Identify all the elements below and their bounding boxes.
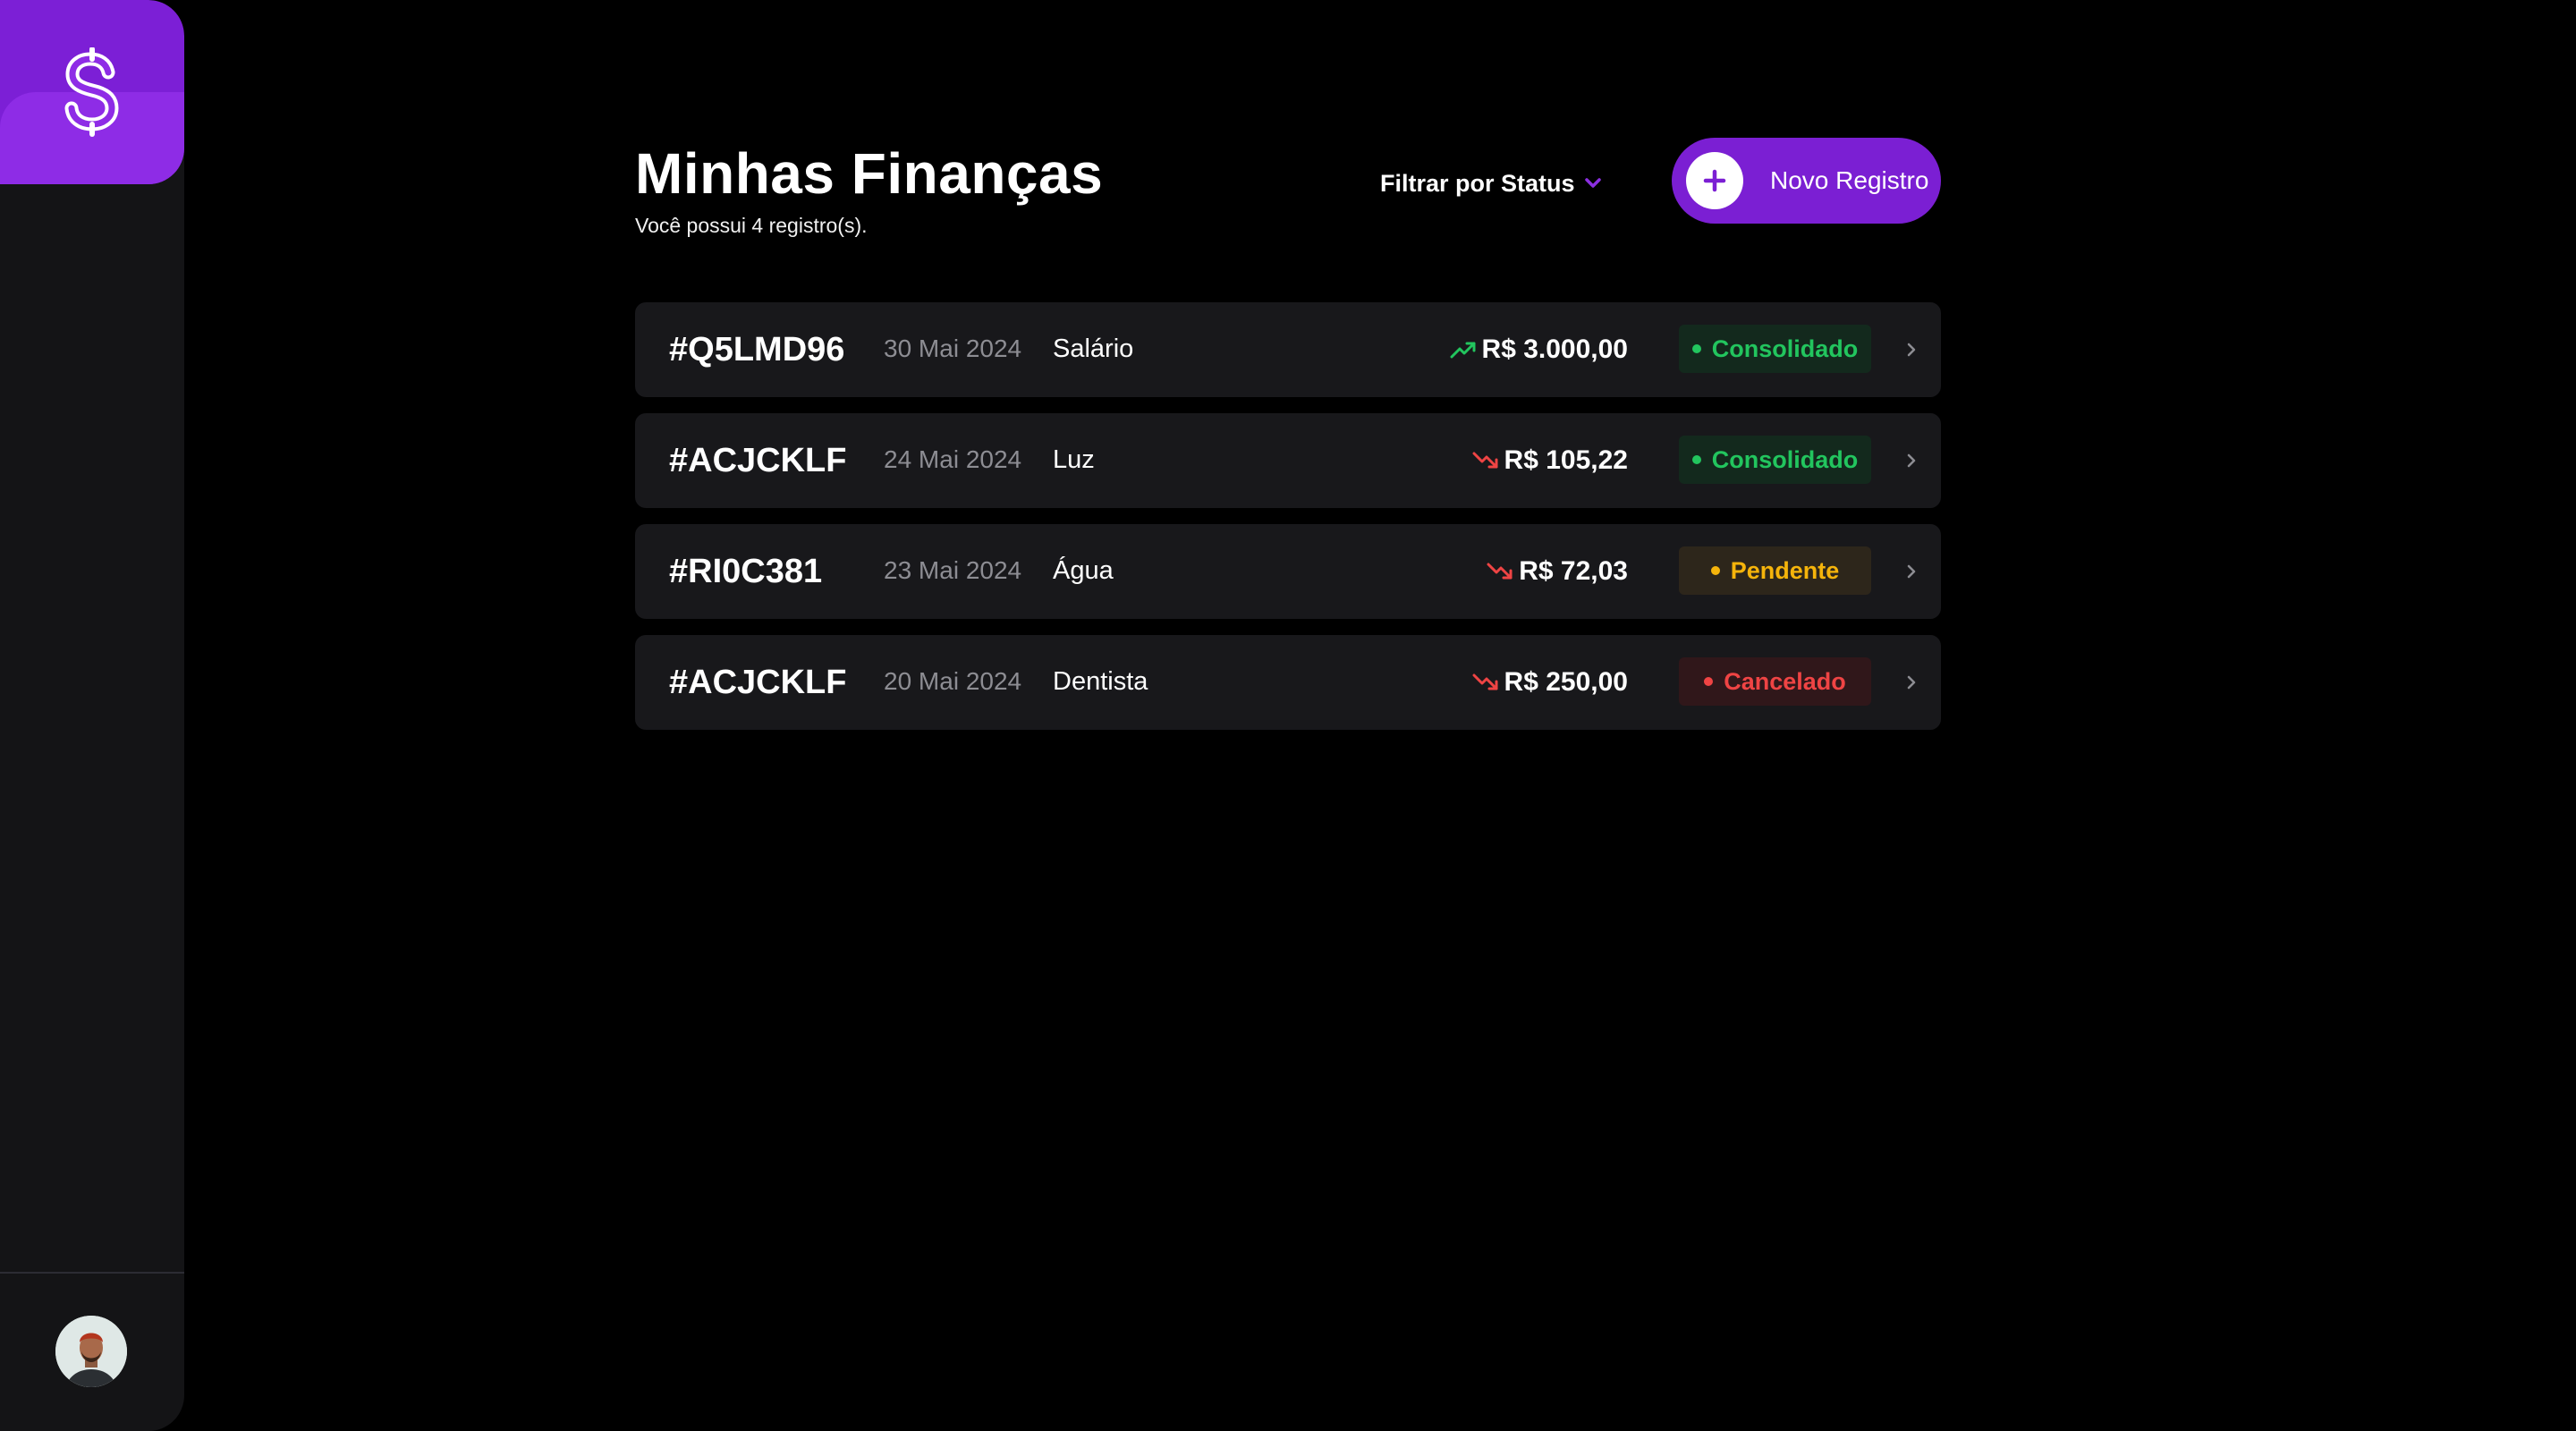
chevron-right-icon [1907, 343, 1916, 357]
record-amount: R$ 105,22 [1504, 445, 1628, 475]
record-value: R$ 72,03 [1487, 524, 1628, 619]
record-description: Luz [1053, 445, 1095, 474]
status-label: Pendente [1730, 556, 1840, 584]
new-record-button[interactable]: Novo Registro [1672, 138, 1941, 224]
record-id: #ACJCKLF [669, 442, 847, 479]
status-dot [1691, 344, 1701, 353]
new-record-label: Novo Registro [1770, 166, 1929, 194]
dollar-sign-icon [64, 47, 119, 137]
status-dot [1691, 455, 1701, 464]
record-description: Salário [1053, 334, 1134, 363]
record-id: #ACJCKLF [669, 664, 847, 701]
status-dot [1710, 566, 1720, 575]
status-filter-dropdown[interactable]: Filtrar por Status [1380, 165, 1602, 201]
filter-label: Filtrar por Status [1380, 169, 1575, 197]
record-row[interactable]: #Q5LMD96 30 Mai 2024 Salário R$ 3.000,00… [635, 302, 1941, 397]
record-amount: R$ 250,00 [1504, 667, 1628, 697]
sidebar [0, 0, 184, 1431]
user-photo [55, 1316, 127, 1387]
chevron-right-icon [1907, 675, 1916, 690]
status-label: Cancelado [1724, 667, 1846, 695]
record-row[interactable]: #ACJCKLF 24 Mai 2024 Luz R$ 105,22 Conso… [635, 413, 1941, 508]
status-dot [1704, 677, 1714, 686]
record-date: 30 Mai 2024 [884, 334, 1022, 362]
status-badge: Consolidado [1679, 325, 1871, 373]
record-value: R$ 105,22 [1472, 413, 1628, 508]
avatar[interactable] [55, 1316, 127, 1387]
page-title: Minhas Finanças [635, 141, 1104, 206]
record-value: R$ 3.000,00 [1450, 302, 1628, 397]
record-date: 20 Mai 2024 [884, 667, 1022, 695]
sidebar-divider [0, 1272, 184, 1274]
chevron-right-icon [1907, 564, 1916, 579]
record-date: 24 Mai 2024 [884, 445, 1022, 473]
records-list: #Q5LMD96 30 Mai 2024 Salário R$ 3.000,00… [635, 302, 1941, 746]
record-description: Água [1053, 556, 1114, 585]
record-description: Dentista [1053, 667, 1148, 696]
plus-icon [1686, 152, 1743, 209]
trending-down-icon [1487, 563, 1513, 580]
record-row[interactable]: #ACJCKLF 20 Mai 2024 Dentista R$ 250,00 … [635, 635, 1941, 730]
status-label: Consolidado [1711, 445, 1859, 473]
app-logo[interactable] [0, 0, 184, 184]
status-label: Consolidado [1711, 334, 1859, 362]
record-id: #Q5LMD96 [669, 331, 845, 368]
records-count: Você possui 4 registro(s). [635, 214, 868, 237]
record-value: R$ 250,00 [1472, 635, 1628, 730]
trending-up-icon [1450, 342, 1476, 359]
status-badge: Consolidado [1679, 436, 1871, 484]
record-row[interactable]: #RI0C381 23 Mai 2024 Água R$ 72,03 Pende… [635, 524, 1941, 619]
trending-down-icon [1472, 673, 1498, 690]
status-badge: Pendente [1679, 546, 1871, 595]
chevron-down-icon [1584, 178, 1601, 188]
record-amount: R$ 3.000,00 [1481, 334, 1628, 364]
trending-down-icon [1472, 452, 1498, 469]
chevron-right-icon [1907, 453, 1916, 468]
record-id: #RI0C381 [669, 553, 823, 590]
record-date: 23 Mai 2024 [884, 556, 1022, 584]
status-badge: Cancelado [1679, 657, 1871, 706]
record-amount: R$ 72,03 [1519, 556, 1628, 586]
